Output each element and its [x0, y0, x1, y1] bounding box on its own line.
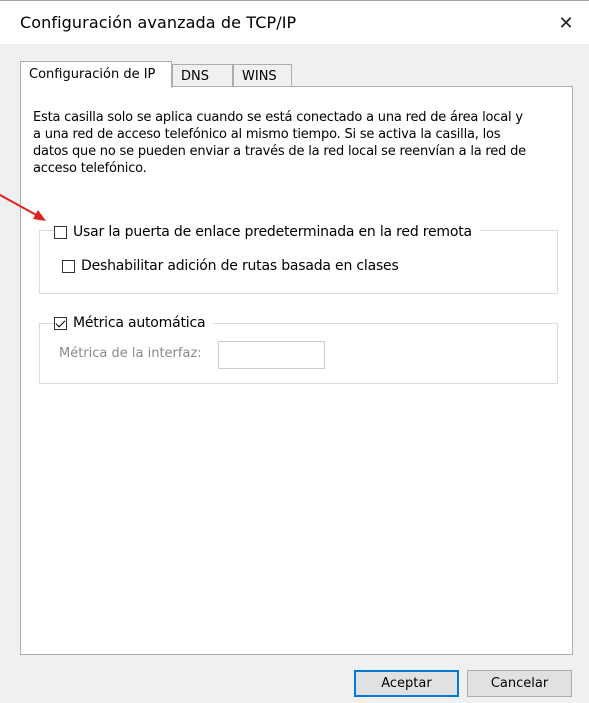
- cancel-button[interactable]: Cancelar: [467, 670, 572, 697]
- red-annotation-arrow-icon: [0, 194, 46, 221]
- close-button[interactable]: ✕: [543, 1, 589, 45]
- automatic-metric-checkbox[interactable]: [54, 316, 67, 330]
- close-icon: ✕: [558, 12, 574, 33]
- interface-metric-label: Métrica de la interfaz:: [59, 346, 202, 361]
- tab-ip-settings[interactable]: Configuración de IP: [20, 61, 172, 88]
- arrow-shaft: [0, 194, 41, 218]
- tab-wins[interactable]: WINS: [233, 64, 292, 87]
- disable-class-routes-checkbox[interactable]: [62, 259, 75, 273]
- interface-metric-input[interactable]: [218, 341, 325, 369]
- disable-class-routes-label: Deshabilitar adición de rutas basada en …: [81, 258, 399, 274]
- ok-button[interactable]: Aceptar: [354, 670, 459, 697]
- tab-dns[interactable]: DNS: [172, 64, 233, 87]
- automatic-metric-label: Métrica automática: [73, 315, 206, 331]
- arrow-head: [33, 210, 46, 221]
- use-default-gateway-row[interactable]: Usar la puerta de enlace predeterminada …: [54, 224, 480, 240]
- description-text: Esta casilla solo se aplica cuando se es…: [33, 110, 526, 176]
- disable-class-routes-row[interactable]: Deshabilitar adición de rutas basada en …: [62, 258, 407, 274]
- window-title: Configuración avanzada de TCP/IP: [20, 13, 297, 32]
- title-bar: Configuración avanzada de TCP/IP ✕: [0, 0, 589, 44]
- automatic-metric-row[interactable]: Métrica automática: [54, 315, 214, 331]
- use-default-gateway-label: Usar la puerta de enlace predeterminada …: [73, 224, 472, 240]
- tab-panel-ip: Esta casilla solo se aplica cuando se es…: [20, 86, 573, 655]
